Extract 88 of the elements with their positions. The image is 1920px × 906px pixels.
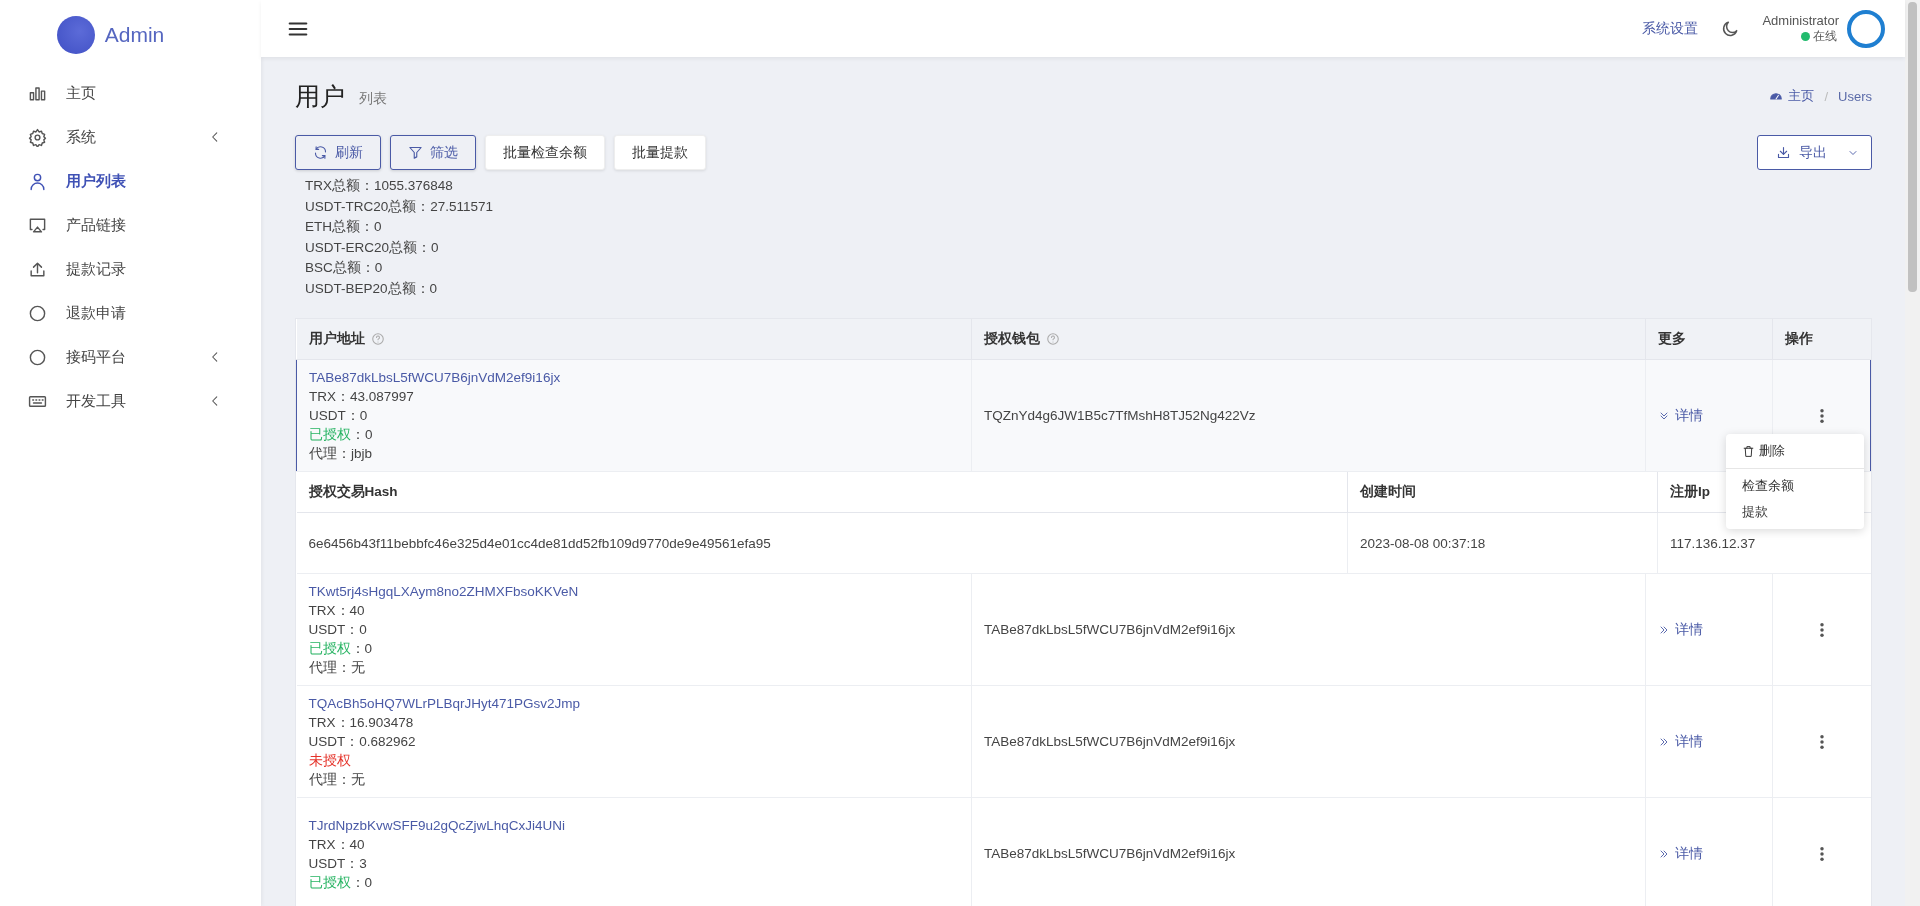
system-settings-link[interactable]: 系统设置 bbox=[1642, 19, 1699, 38]
menu-item[interactable]: 删除 bbox=[1726, 438, 1864, 464]
column-header: 更多 bbox=[1658, 330, 1686, 348]
refresh-icon bbox=[313, 145, 328, 160]
details-link[interactable]: 详情 bbox=[1658, 732, 1760, 751]
download-icon bbox=[1776, 145, 1791, 160]
agent-text: 代理：无 bbox=[308, 771, 365, 789]
auth-count: ：0 bbox=[350, 641, 372, 656]
breadcrumb-current: Users bbox=[1838, 88, 1872, 104]
menu-item[interactable]: 提款 bbox=[1726, 499, 1864, 525]
sidebar-item[interactable]: 接码平台 bbox=[0, 335, 261, 379]
table-cell-text: 2023-08-08 00:37:18 bbox=[1360, 535, 1486, 551]
breadcrumb-link[interactable]: 主页 bbox=[1788, 87, 1815, 105]
wallet-address: TQZnYd4g6JW1B5c7TfMshH8TJ52Ng422Vz bbox=[984, 408, 1256, 423]
details-link[interactable]: 详情 bbox=[1658, 620, 1760, 639]
filter-icon bbox=[408, 145, 423, 160]
column-header: 操作 bbox=[1785, 330, 1813, 348]
sidebar-item[interactable]: 产品链接 bbox=[0, 203, 261, 247]
page-subtitle: 列表 bbox=[359, 90, 387, 108]
sidebar-item[interactable]: 系统 bbox=[0, 115, 261, 159]
total-amount: TRX总额：1055.376848 bbox=[305, 177, 453, 195]
status-text: 在线 bbox=[1813, 27, 1837, 45]
brand-name: Admin bbox=[104, 23, 165, 47]
auth-status: 已授权 bbox=[308, 641, 351, 656]
auth-status: 已授权 bbox=[309, 427, 351, 442]
address-link[interactable]: TKwt5rj4sHgqLXAym8no2ZHMXFbsoKKVeN bbox=[308, 582, 579, 601]
circle-icon bbox=[28, 347, 47, 367]
action-button[interactable]: 批量提款 bbox=[614, 135, 706, 170]
address-link[interactable]: TJrdNpzbKvwSFF9u2gQcZjwLhqCxJi4UNi bbox=[308, 815, 566, 835]
sidebar-item[interactable]: 开发工具 bbox=[0, 379, 261, 423]
auth-count: ：0 bbox=[350, 874, 372, 890]
toolbar-button[interactable]: 筛选 bbox=[390, 135, 476, 170]
auth-status: 已授权 bbox=[308, 874, 351, 890]
monitor-icon bbox=[28, 215, 47, 235]
total-amount: USDT-ERC20总额：0 bbox=[305, 238, 439, 257]
auth-status: 未授权 bbox=[308, 752, 351, 770]
table-cell-text: 6e6456b43f11bebbfc46e325d4e01cc4de81dd52fb109d9770de9e49561efa95 bbox=[308, 535, 771, 551]
user-icon bbox=[28, 171, 47, 191]
total-amount: USDT-TRC20总额：27.511571 bbox=[305, 197, 494, 216]
kebab-menu-icon bbox=[1819, 733, 1824, 750]
balance-text: USDT：0 bbox=[309, 407, 368, 425]
circle-icon bbox=[28, 303, 47, 323]
menu-item[interactable]: 检查余额 bbox=[1726, 473, 1864, 499]
total-amount: BSC总额：0 bbox=[305, 259, 383, 277]
balance-text: TRX：16.903478 bbox=[308, 714, 414, 732]
balance-text: USDT：0.682962 bbox=[308, 733, 416, 751]
toolbar-button[interactable]: 刷新 bbox=[295, 135, 381, 170]
agent-text: 代理：无 bbox=[308, 659, 365, 677]
column-header: 注册Ip bbox=[1670, 484, 1710, 499]
address-link[interactable]: TQAcBh5oHQ7WLrPLBqrJHyt471PGsv2Jmp bbox=[308, 694, 581, 713]
auth-count: ：0 bbox=[351, 427, 373, 442]
sidebar-item[interactable]: 提款记录 bbox=[0, 247, 261, 291]
details-link[interactable]: 详情 bbox=[1658, 406, 1760, 425]
kebab-menu-icon bbox=[1819, 407, 1824, 424]
wallet-address: TABe87dkLbsL5fWCU7B6jnVdM2ef9i16jx bbox=[984, 846, 1236, 861]
upload-icon bbox=[28, 259, 47, 279]
details-link[interactable]: 详情 bbox=[1658, 844, 1760, 863]
sidebar-item[interactable]: 用户列表 bbox=[0, 159, 261, 203]
wallet-address: TABe87dkLbsL5fWCU7B6jnVdM2ef9i16jx bbox=[984, 622, 1236, 637]
sidebar-item[interactable]: 退款申请 bbox=[0, 291, 261, 335]
export-button[interactable]: 导出 bbox=[1757, 135, 1872, 170]
total-amount: ETH总额：0 bbox=[305, 218, 382, 236]
balance-text: TRX：43.087997 bbox=[309, 388, 414, 406]
balance-text: TRX：40 bbox=[308, 602, 365, 620]
action-button[interactable]: 批量检查余额 bbox=[485, 135, 605, 170]
user-name[interactable]: Administrator bbox=[1762, 12, 1839, 28]
page-title: 用户 bbox=[295, 80, 345, 112]
balance-text: USDT：3 bbox=[308, 854, 367, 873]
trash-icon bbox=[1742, 444, 1755, 458]
table-cell-text: 117.136.12.37 bbox=[1670, 535, 1756, 551]
wallet-address: TABe87dkLbsL5fWCU7B6jnVdM2ef9i16jx bbox=[984, 734, 1236, 749]
total-amount: USDT-BEP20总额：0 bbox=[305, 279, 438, 298]
column-header: 创建时间 bbox=[1360, 484, 1416, 499]
column-header: 授权交易Hash bbox=[308, 484, 398, 499]
column-header: 授权钱包 bbox=[984, 330, 1040, 348]
address-link[interactable]: TABe87dkLbsL5fWCU7B6jnVdM2ef9i16jx bbox=[309, 368, 561, 387]
sidebar-item[interactable]: 主页 bbox=[0, 71, 261, 115]
balance-text: TRX：40 bbox=[308, 835, 365, 854]
scrollbar-thumb[interactable] bbox=[1908, 2, 1917, 292]
settings-icon bbox=[28, 127, 47, 147]
column-header: 用户地址 bbox=[308, 330, 365, 348]
balance-text: USDT：0 bbox=[308, 621, 367, 639]
kebab-menu-icon bbox=[1819, 621, 1824, 638]
logo bbox=[56, 16, 95, 54]
avatar[interactable] bbox=[1847, 9, 1885, 48]
breadcrumb-separator: / bbox=[1824, 88, 1829, 104]
agent-text: 代理：jbjb bbox=[309, 445, 372, 463]
kebab-menu-icon bbox=[1819, 845, 1824, 862]
